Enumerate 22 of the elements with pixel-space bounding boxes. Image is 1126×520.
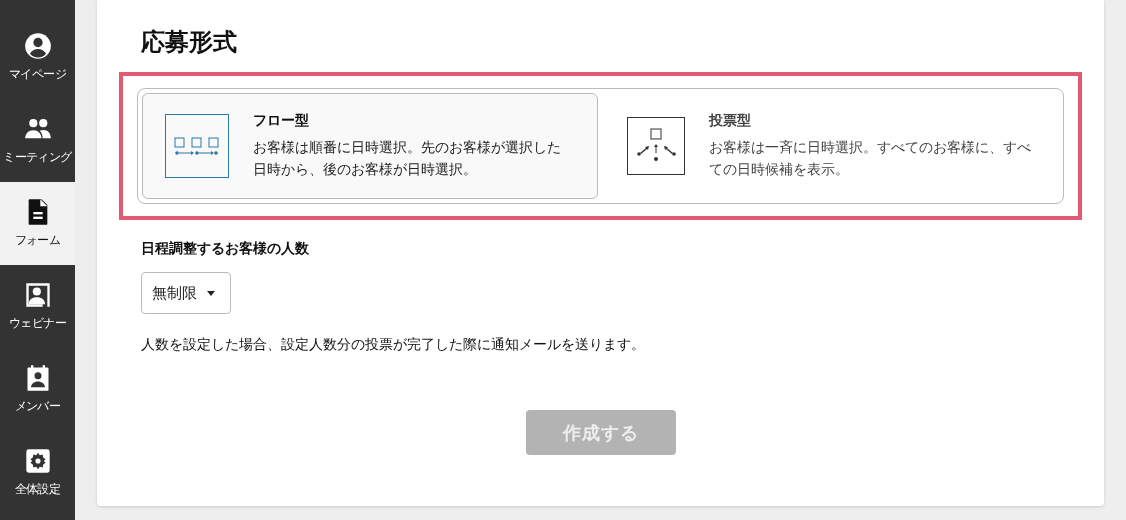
field-label: 日程調整するお客様の人数 (141, 240, 310, 258)
sidebar-item[interactable]: ウェビナー (0, 265, 75, 348)
option-description: お客様は順番に日時選択。先のお客様が選択した日時から、後のお客様が日時選択。 (253, 138, 562, 179)
sidebar-item[interactable]: 全体設定 (0, 431, 75, 514)
help-text: 人数を設定した場合、設定人数分の投票が完了した際に通知メールを送ります。 (141, 336, 646, 354)
option-title: 投票型 (708, 112, 752, 130)
caret-icon (207, 290, 215, 296)
option-card[interactable]: 投票型 お客様は一斉に日時選択。すべてのお客様に、すべての日時候補を表示。 (603, 93, 1059, 199)
user-icon (23, 32, 52, 60)
section-title: 応募形式 (141, 27, 238, 58)
settings-icon (23, 447, 52, 475)
sidebar-item[interactable]: メンバー (0, 348, 75, 431)
option-card[interactable]: フロー型 お客様は順番に日時選択。先のお客様が選択した日時から、後のお客様が日時選択。 (142, 93, 598, 199)
option-title: フロー型 (253, 112, 310, 130)
sidebar-item[interactable]: フォーム (0, 182, 75, 265)
option-description: お客様は一斉に日時選択。すべてのお客様に、すべての日時候補を表示。 (708, 138, 1032, 179)
sidebar-item[interactable]: マイページ (0, 16, 75, 99)
sidebar-item[interactable]: ミーティング (0, 99, 75, 182)
vote-icon (626, 117, 685, 175)
flow-icon (165, 114, 229, 178)
presenter-icon (23, 281, 52, 309)
count-dropdown[interactable]: 無制限 (141, 272, 231, 314)
